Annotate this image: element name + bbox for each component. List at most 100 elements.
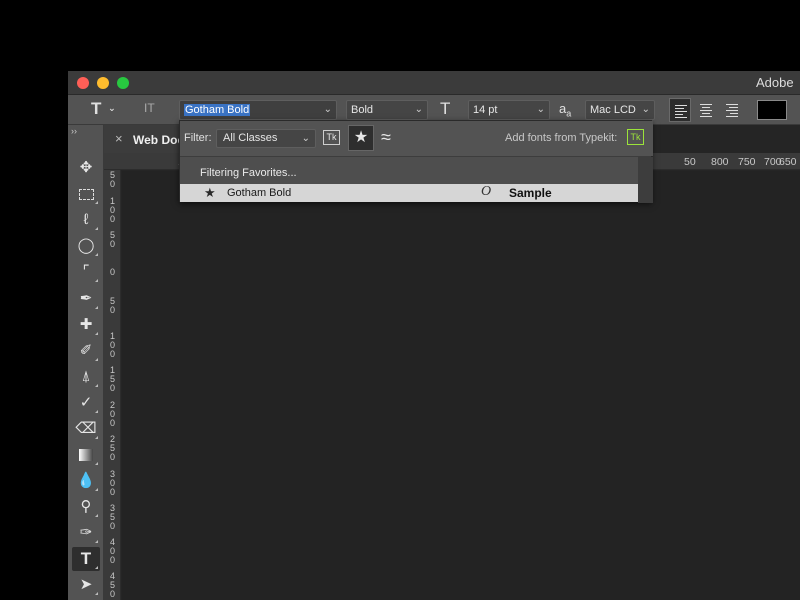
font-name: Gotham Bold: [227, 187, 292, 199]
ruler-label: 750: [738, 156, 756, 168]
eraser-icon: ⌫: [75, 420, 97, 437]
dodge-icon: ⚲: [80, 498, 92, 515]
title-bar: Adobe: [68, 71, 800, 95]
brush-icon: ✐: [79, 342, 93, 359]
crop-icon: ⌜: [82, 263, 90, 280]
window-minimize-button[interactable]: [97, 77, 109, 89]
chevron-down-icon: ⌄: [641, 104, 650, 115]
type-icon: T: [80, 549, 92, 568]
pen-tool-button[interactable]: ✑: [72, 521, 100, 545]
font-style-select[interactable]: Bold ⌄: [346, 100, 428, 120]
similar-fonts-icon[interactable]: ≈: [381, 127, 391, 147]
canvas[interactable]: [122, 171, 800, 600]
pen-icon: ✑: [79, 524, 93, 541]
stamp-icon: ⍋: [81, 368, 91, 385]
ruler-label: 1 0 0: [109, 196, 115, 224]
opentype-icon: O: [481, 184, 492, 199]
window-close-button[interactable]: [77, 77, 89, 89]
align-left-button[interactable]: [669, 98, 691, 122]
chevron-down-icon: ⌄: [414, 104, 423, 115]
crop-tool-button[interactable]: ⌜: [72, 260, 100, 284]
tools-panel: ›› ✥ ℓ ◯ ⌜ ✒ ✚ ✐ ⍋ ✓ ⌫ 💧 ⚲ ✑ T ➤: [68, 125, 104, 600]
text-orientation-icon[interactable]: IT: [144, 101, 155, 115]
font-style-value: Bold: [351, 104, 374, 116]
move-tool-button[interactable]: ✥: [72, 156, 100, 180]
ruler-label: 5 0: [109, 296, 115, 315]
ruler-label: 3 0 0: [109, 469, 115, 497]
font-class-filter-select[interactable]: All Classes ⌄: [216, 129, 316, 148]
ruler-label: 650: [779, 156, 797, 168]
ruler-label: 2 5 0: [109, 434, 115, 462]
chevron-down-icon: ⌄: [536, 104, 545, 115]
blur-tool-button[interactable]: 💧: [72, 469, 100, 493]
ruler-label: 50: [684, 156, 696, 168]
font-list-scrollbar[interactable]: [638, 157, 653, 203]
font-list-status: Filtering Favorites...: [180, 157, 638, 184]
close-icon[interactable]: ×: [115, 131, 123, 146]
ruler-label: 3 5 0: [109, 503, 115, 531]
font-list-item[interactable]: ★ Gotham Bold O Sample: [180, 184, 638, 202]
lasso-tool-button[interactable]: ℓ: [72, 208, 100, 232]
filter-label: Filter:: [184, 132, 212, 144]
font-size-value: 14 pt: [473, 104, 498, 116]
filter-value: All Classes: [223, 132, 278, 144]
bandage-icon: ✚: [79, 316, 93, 333]
align-center-button[interactable]: [695, 98, 717, 122]
arrow-pointer-icon: ➤: [79, 576, 93, 593]
font-family-value: Gotham Bold: [184, 104, 251, 116]
anti-alias-select[interactable]: Mac LCD ⌄: [585, 100, 655, 120]
stamp-tool-button[interactable]: ⍋: [72, 365, 100, 389]
ruler-label: 5 0: [109, 170, 115, 189]
type-tool-icon: T: [91, 99, 102, 118]
favorite-star-icon[interactable]: ★: [204, 185, 216, 201]
app-title: Adobe: [756, 75, 794, 90]
eraser-tool-button[interactable]: ⌫: [72, 417, 100, 441]
font-size-select[interactable]: 14 pt ⌄: [468, 100, 550, 120]
ruler-label: 1 0 0: [109, 331, 115, 359]
marquee-icon: [78, 188, 94, 200]
quick-select-icon: ◯: [77, 237, 95, 254]
quick-select-tool-button[interactable]: ◯: [72, 234, 100, 258]
favorites-filter-star-icon[interactable]: ★: [348, 125, 374, 151]
ruler-label: 5 0: [109, 230, 115, 249]
font-family-field[interactable]: Gotham Bold ⌄: [179, 100, 337, 120]
ruler-label: 4 5 0: [109, 571, 115, 599]
eyedropper-tool-button[interactable]: ✒: [72, 287, 100, 311]
type-tool-button[interactable]: T: [72, 547, 100, 571]
add-typekit-icon[interactable]: Tk: [627, 129, 644, 145]
ruler-label: 4 0 0: [109, 537, 115, 565]
panel-collapse-icon[interactable]: ››: [71, 126, 77, 136]
eyedropper-icon: ✒: [79, 290, 93, 307]
ruler-label: 800: [711, 156, 729, 168]
font-size-icon: T: [440, 99, 451, 118]
marquee-tool-button[interactable]: [72, 182, 100, 206]
chevron-down-icon: ⌄: [301, 133, 310, 144]
move-icon: ✥: [79, 159, 93, 176]
gradient-icon: [79, 449, 93, 462]
align-right-button[interactable]: [721, 98, 743, 122]
tool-preset-button[interactable]: T ⌄: [91, 99, 116, 119]
typekit-filter-icon[interactable]: Tk: [323, 130, 340, 145]
ruler-label: 1 5 0: [109, 365, 115, 393]
ruler-label: 0: [109, 267, 115, 277]
window-maximize-button[interactable]: [117, 77, 129, 89]
lasso-icon: ℓ: [83, 211, 89, 228]
history-brush-tool-button[interactable]: ✓: [72, 391, 100, 415]
chevron-down-icon[interactable]: ⌄: [324, 101, 332, 119]
history-brush-icon: ✓: [79, 394, 93, 411]
font-dropdown-panel: Filter: All Classes ⌄ Tk ★ ≈ Add fonts f…: [179, 120, 653, 203]
anti-alias-value: Mac LCD: [590, 104, 636, 116]
dodge-tool-button[interactable]: ⚲: [72, 495, 100, 519]
ruler-label: 2 0 0: [109, 400, 115, 428]
font-filter-row: Filter: All Classes ⌄ Tk ★ ≈ Add fonts f…: [180, 121, 653, 156]
chevron-down-icon: ⌄: [108, 103, 116, 113]
gradient-tool-button[interactable]: [72, 443, 100, 467]
font-sample: Sample: [509, 186, 552, 200]
add-typekit-label: Add fonts from Typekit:: [505, 132, 618, 144]
anti-alias-icon: aa: [559, 101, 572, 119]
text-color-swatch[interactable]: [757, 100, 787, 120]
vertical-ruler: 5 0 1 0 0 5 0 0 5 0 1 0 0 1 5 0 2 0 0 2 …: [104, 170, 121, 600]
healing-brush-tool-button[interactable]: ✚: [72, 313, 100, 337]
brush-tool-button[interactable]: ✐: [72, 339, 100, 363]
path-select-tool-button[interactable]: ➤: [72, 573, 100, 597]
